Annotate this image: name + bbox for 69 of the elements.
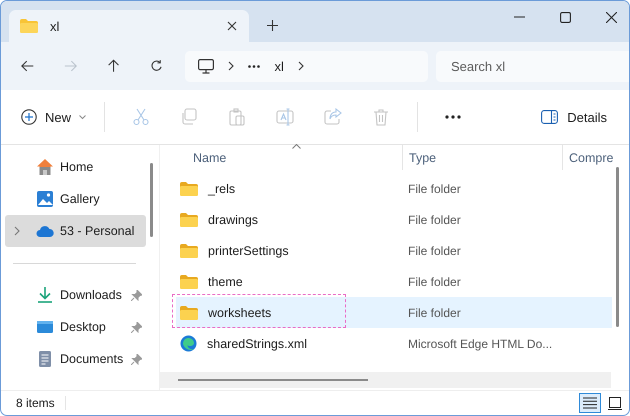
chevron-icon (298, 61, 304, 71)
folder-icon (180, 244, 198, 258)
sidebar-item[interactable]: Downloads (5, 279, 146, 311)
sidebar-item[interactable]: Desktop (5, 311, 146, 343)
breadcrumb[interactable]: xl (274, 58, 284, 74)
tab[interactable]: xl (9, 10, 249, 42)
close-icon[interactable] (227, 21, 237, 31)
arrow-icon[interactable] (21, 58, 34, 74)
pin-icon (131, 290, 142, 300)
file-row[interactable]: theme File folder (176, 266, 612, 297)
folder-icon (180, 274, 198, 288)
house-icon (36, 158, 54, 176)
file-name: sharedStrings.xml (207, 336, 308, 350)
search-field[interactable]: Search xl (436, 50, 629, 82)
file-name: drawings (208, 212, 258, 226)
file-type: File folder (408, 182, 461, 196)
column-header[interactable]: Name (176, 145, 402, 170)
folder-icon (180, 306, 198, 320)
maximize-icon[interactable] (560, 12, 571, 22)
image-icon (36, 190, 54, 208)
refresh-icon[interactable] (150, 58, 164, 74)
chevron-icon[interactable] (14, 226, 20, 236)
list-icon (583, 397, 597, 409)
monitor-icon (36, 318, 54, 336)
minimize-icon[interactable] (514, 16, 525, 18)
add-tab-icon[interactable] (267, 20, 278, 31)
item-count: 8 items (16, 396, 66, 410)
file-type: File folder (408, 244, 461, 258)
sidebar-item[interactable]: Home (5, 151, 146, 183)
sidebar-item[interactable]: Gallery (5, 183, 146, 215)
pin-icon (131, 322, 142, 332)
pin-icon (131, 354, 142, 364)
panel-icon (541, 110, 558, 124)
new-button[interactable]: New (15, 105, 92, 129)
sort-caret-icon (292, 144, 301, 149)
details-button[interactable]: Details (535, 108, 613, 126)
file-name: theme (208, 274, 243, 288)
folder-icon (180, 182, 198, 196)
folder-icon (180, 212, 198, 226)
more-icon[interactable] (248, 64, 260, 68)
close-icon[interactable] (606, 12, 617, 22)
download-icon (36, 286, 54, 304)
sidebar-item[interactable]: Documents (5, 343, 146, 375)
more-icon[interactable] (445, 115, 462, 119)
arrow-icon[interactable] (107, 58, 120, 74)
caret-icon (79, 114, 86, 120)
tab-title: xl (50, 18, 60, 34)
sidebar-item[interactable]: 53 - Personal (5, 215, 146, 247)
file-row[interactable]: printerSettings File folder (176, 235, 612, 266)
monitor-icon (198, 58, 214, 74)
file-name: worksheets (208, 306, 272, 320)
chevron-icon (228, 61, 234, 71)
file-type: File folder (408, 306, 461, 320)
file-name: _rels (208, 182, 236, 196)
folder-icon (20, 19, 38, 33)
globe-icon (180, 335, 197, 352)
tiles-icon (608, 396, 622, 410)
plus-circle-icon (21, 109, 37, 125)
file-row[interactable]: _rels File folder (176, 173, 612, 204)
file-type: Microsoft Edge HTML Do... (408, 336, 552, 350)
details-view-button[interactable] (579, 393, 601, 413)
file-type: File folder (408, 212, 461, 226)
document-icon (36, 350, 54, 368)
column-header[interactable]: Type (402, 145, 562, 170)
file-name: printerSettings (208, 244, 289, 258)
file-type: File folder (408, 274, 461, 288)
address-bar[interactable]: xl (185, 50, 428, 82)
file-row[interactable]: sharedStrings.xml Microsoft Edge HTML Do... (176, 328, 612, 359)
file-row[interactable]: drawings File folder (176, 204, 612, 235)
